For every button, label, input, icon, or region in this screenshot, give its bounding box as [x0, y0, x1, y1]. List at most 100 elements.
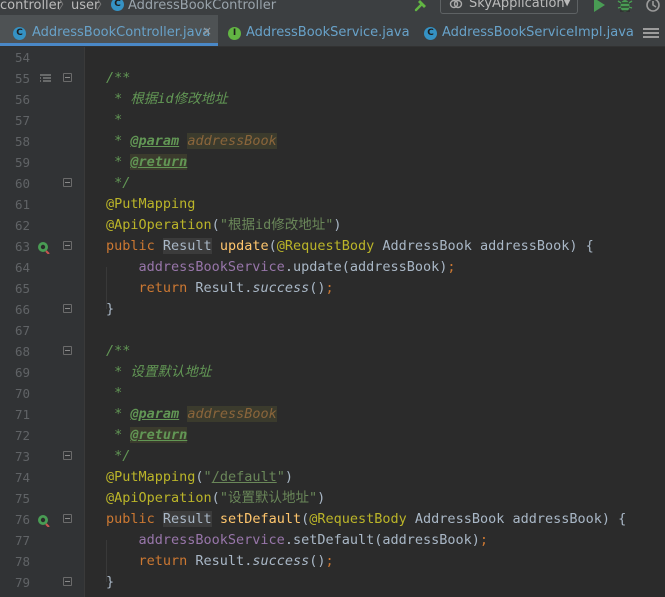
- code-line: 55 /**: [0, 68, 665, 89]
- line-number: 72: [14, 428, 30, 443]
- code-text: @ApiOperation("根据id修改地址"): [106, 215, 341, 236]
- implementing-method-icon[interactable]: [37, 241, 50, 254]
- code-line: 62 @ApiOperation("根据id修改地址"): [0, 215, 665, 236]
- hammer-icon[interactable]: [413, 0, 429, 13]
- tab-overflow-icon[interactable]: [642, 27, 660, 39]
- code-line: 72 * @return: [0, 425, 665, 446]
- fold-toggle-icon[interactable]: [63, 241, 72, 250]
- fold-toggle-icon[interactable]: [63, 514, 72, 523]
- fold-toggle-icon[interactable]: [63, 73, 72, 82]
- line-number: 55: [14, 71, 30, 86]
- annotation: @ApiOperation: [106, 217, 212, 233]
- field-reference: addressBookService: [138, 259, 285, 275]
- doc-star: *: [106, 154, 131, 170]
- fold-toggle-icon[interactable]: [63, 178, 72, 187]
- interface-i-icon: I: [228, 27, 241, 40]
- tab-label: AddressBookController.java: [32, 25, 211, 40]
- profile-icon[interactable]: [645, 0, 663, 14]
- tab-addressbookserviceimpl[interactable]: C AddressBookServiceImpl.java: [414, 15, 636, 46]
- line-number: 64: [14, 260, 30, 275]
- tab-addressbookcontroller[interactable]: C AddressBookController.java ×: [0, 15, 218, 46]
- code-text: * 设置默认地址: [106, 364, 212, 380]
- code-text: addressBookService.setDefault(addressBoo…: [106, 530, 489, 551]
- annotation: @RequestBody: [276, 238, 375, 254]
- line-number: 79: [14, 575, 30, 590]
- code-text: }: [106, 301, 115, 317]
- javadoc-tag: @return: [130, 427, 188, 443]
- implementing-method-icon[interactable]: [37, 514, 50, 527]
- line-number: 63: [14, 239, 30, 254]
- static-method: success: [252, 553, 310, 569]
- line-number: 60: [14, 176, 30, 191]
- line-number: 65: [14, 281, 30, 296]
- class-reference: Result.: [195, 553, 253, 569]
- tab-label: AddressBookServiceImpl.java: [442, 25, 634, 40]
- javadoc-tag: @param: [130, 133, 180, 149]
- code-line: 61 @PutMapping: [0, 194, 665, 215]
- breadcrumb-class[interactable]: AddressBookController: [128, 0, 276, 15]
- paren: (: [195, 469, 204, 485]
- fold-toggle-icon[interactable]: [63, 346, 72, 355]
- render-doc-icon[interactable]: [40, 74, 52, 84]
- method-call: .setDefault(addressBook): [284, 532, 480, 548]
- code-line: 76 public Result setDefault(@RequestBody…: [0, 509, 665, 530]
- annotation: @PutMapping: [106, 469, 196, 485]
- line-number: 59: [14, 155, 30, 170]
- doc-star: *: [106, 427, 131, 443]
- code-text: @ApiOperation("设置默认地址"): [106, 488, 325, 509]
- paren: (): [309, 280, 326, 296]
- run-icon[interactable]: [592, 0, 606, 13]
- code-text: return Result.success();: [106, 551, 334, 572]
- code-line: 77 addressBookService.setDefault(address…: [0, 530, 665, 551]
- code-text: */: [106, 448, 131, 464]
- paren: (: [211, 490, 220, 506]
- breadcrumb-controller[interactable]: controller: [0, 0, 62, 15]
- code-text: public Result update(@RequestBody Addres…: [106, 236, 594, 257]
- semicolon: ;: [325, 553, 334, 569]
- code-text: *: [106, 112, 123, 128]
- fold-toggle-icon[interactable]: [63, 304, 72, 313]
- code-editor[interactable]: 54 55 /** 56 * 根据id修改地址 57 * 58 * @param…: [0, 47, 665, 597]
- code-line: 67: [0, 320, 665, 341]
- code-line: 78 return Result.success();: [0, 551, 665, 572]
- ide-window: controller 〉 user 〉 C AddressBookControl…: [0, 0, 665, 597]
- fold-toggle-icon[interactable]: [63, 577, 72, 586]
- code-text: * @param addressBook: [106, 404, 277, 425]
- code-text: @PutMapping: [106, 196, 196, 212]
- code-line: 63 public Result update(@RequestBody Add…: [0, 236, 665, 257]
- code-line: 66 }: [0, 299, 665, 320]
- run-configuration-selector[interactable]: SkyApplication ▼: [440, 0, 578, 14]
- class-c-icon: C: [111, 0, 124, 11]
- debug-bug-icon[interactable]: [617, 0, 633, 14]
- method-name: setDefault: [219, 511, 302, 527]
- line-number: 76: [14, 512, 30, 527]
- method-call: .update(addressBook): [284, 259, 448, 275]
- editor-tab-bar: C AddressBookController.java × I Address…: [0, 15, 665, 47]
- code-text: * @param addressBook: [106, 131, 277, 152]
- code-text: @PutMapping("/default"): [106, 467, 293, 488]
- line-number: 73: [14, 449, 30, 464]
- string-literal: "设置默认地址": [219, 490, 318, 506]
- code-line: 65 return Result.success();: [0, 278, 665, 299]
- line-number: 70: [14, 386, 30, 401]
- code-text: * @return: [106, 425, 188, 446]
- line-number: 74: [14, 470, 30, 485]
- close-icon[interactable]: ×: [202, 24, 212, 38]
- paren: ): [284, 469, 293, 485]
- url-path-link[interactable]: /default: [212, 469, 277, 485]
- fold-toggle-icon[interactable]: [63, 451, 72, 460]
- tab-addressbookservice[interactable]: I AddressBookService.java: [218, 15, 414, 46]
- line-number: 57: [14, 113, 30, 128]
- paren: ): [333, 217, 342, 233]
- tab-label: AddressBookService.java: [246, 25, 410, 40]
- string-literal: "根据id修改地址": [219, 217, 334, 233]
- code-line: 75 @ApiOperation("设置默认地址"): [0, 488, 665, 509]
- javadoc-tag: @param: [130, 406, 180, 422]
- params: AddressBook addressBook) {: [406, 511, 627, 527]
- code-line: 70 *: [0, 383, 665, 404]
- paren: ): [317, 490, 326, 506]
- semicolon: ;: [447, 259, 456, 275]
- keyword: return: [138, 553, 196, 569]
- javadoc-tag: @return: [130, 154, 188, 170]
